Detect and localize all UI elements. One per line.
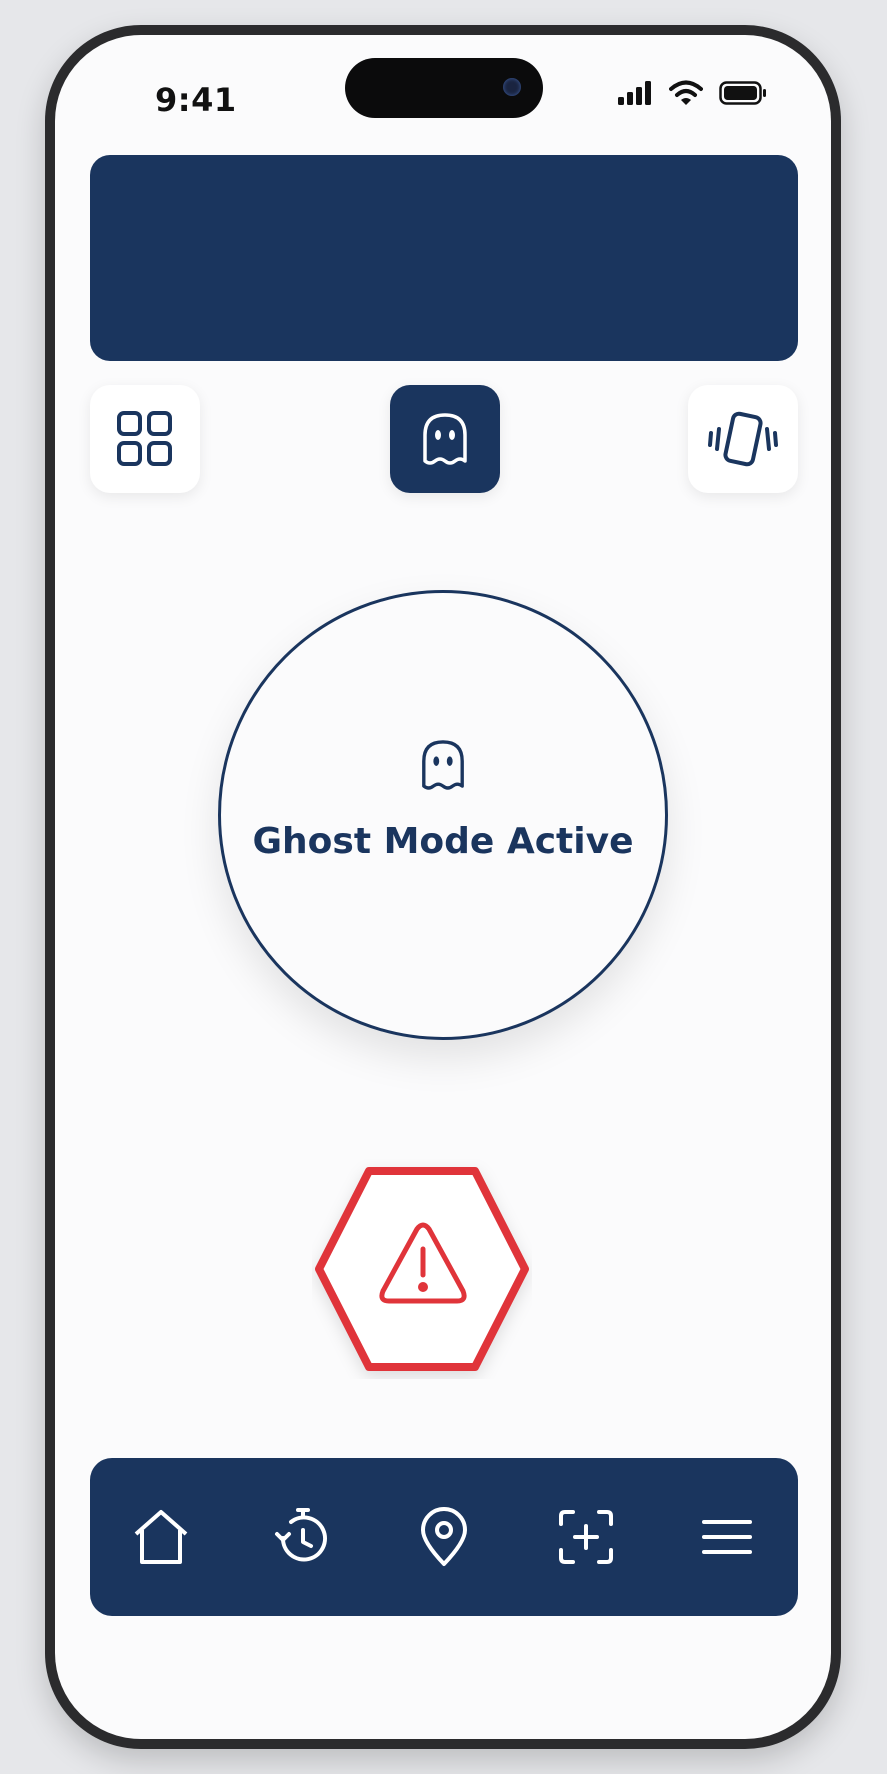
bottom-nav: [90, 1458, 798, 1616]
sos-alert-button[interactable]: [312, 1159, 532, 1379]
ghost-mode-status-card[interactable]: Ghost Mode Active: [218, 590, 668, 1040]
phone-frame: 9:41 Ghost Mode Active: [45, 25, 841, 1749]
ghost-icon: [423, 413, 467, 465]
home-icon: [134, 1510, 188, 1564]
top-banner[interactable]: [90, 155, 798, 361]
nav-history[interactable]: [262, 1497, 342, 1577]
nav-home[interactable]: [121, 1497, 201, 1577]
nav-add-scan[interactable]: [546, 1497, 626, 1577]
grid-button[interactable]: [90, 385, 200, 493]
history-icon: [275, 1508, 328, 1562]
ghost-mode-button[interactable]: [390, 385, 500, 493]
status-indicators: [617, 80, 767, 106]
dynamic-island: [345, 58, 543, 118]
ghost-icon: [422, 740, 464, 790]
nav-menu[interactable]: [687, 1497, 767, 1577]
menu-icon: [702, 1520, 753, 1554]
battery-icon: [719, 81, 766, 105]
wifi-icon: [669, 80, 703, 105]
status-title: Ghost Mode Active: [252, 821, 634, 862]
warning-icon: [379, 1222, 467, 1304]
signal-icon: [618, 81, 651, 105]
status-time: 9:41: [155, 81, 237, 119]
camera-lens: [503, 78, 521, 96]
vibrate-icon: [708, 411, 778, 467]
location-pin-icon: [420, 1507, 467, 1566]
vibrate-button[interactable]: [688, 385, 798, 493]
add-scan-icon: [558, 1510, 613, 1564]
screen: 9:41 Ghost Mode Active: [55, 35, 831, 1739]
nav-location[interactable]: [404, 1497, 484, 1577]
grid-icon: [117, 411, 172, 466]
